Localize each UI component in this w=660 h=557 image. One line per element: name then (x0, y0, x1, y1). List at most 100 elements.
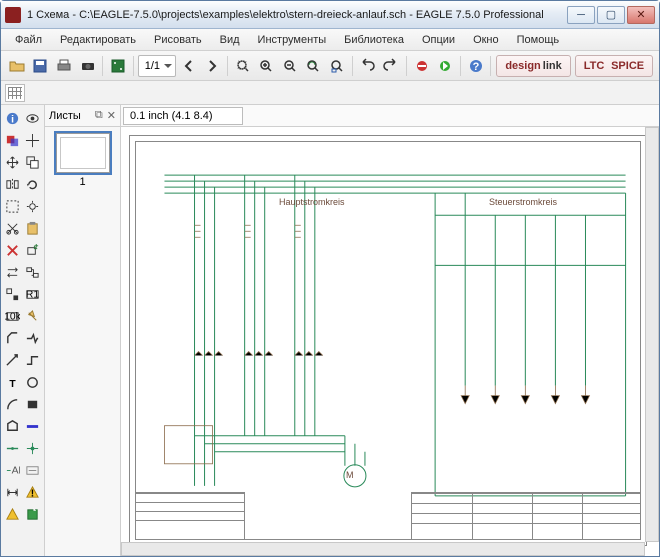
schematic-label-main: Hauptstromkreis (279, 197, 345, 207)
cut-tool[interactable] (2, 217, 23, 239)
replace-tool[interactable] (2, 283, 23, 305)
scrollbar-horizontal[interactable] (121, 542, 645, 556)
circle-tool[interactable] (23, 371, 44, 393)
parameter-bar (1, 81, 659, 105)
sheet-number: 1 (79, 176, 85, 188)
coord-bar: 0.1 inch (4.1 8.4) (121, 105, 659, 127)
paste-tool[interactable] (23, 217, 44, 239)
text-tool[interactable]: T (2, 371, 23, 393)
board-button[interactable] (107, 54, 129, 78)
window-title: 1 Схема - C:\EAGLE-7.5.0\projects\exampl… (27, 9, 567, 21)
svg-text:T: T (9, 379, 16, 390)
redo-button[interactable] (380, 54, 402, 78)
svg-text:?: ? (472, 61, 479, 73)
title-bar: 1 Схема - C:\EAGLE-7.5.0\projects\exampl… (1, 1, 659, 29)
mirror-tool[interactable] (2, 173, 23, 195)
desc-block (135, 492, 245, 540)
ltspice-button[interactable]: LTC SPICE (575, 55, 653, 77)
minimize-button[interactable]: ─ (567, 6, 595, 24)
move-tool[interactable] (2, 151, 23, 173)
errors-tool[interactable] (2, 503, 23, 525)
prev-button[interactable] (178, 54, 200, 78)
delete-tool[interactable] (2, 239, 23, 261)
menu-bar: Файл Редактировать Рисовать Вид Инструме… (1, 29, 659, 51)
value-tool[interactable]: 10k (2, 305, 23, 327)
label-tool[interactable]: AB (2, 459, 23, 481)
sheets-float-icon[interactable]: ⧉ (95, 109, 103, 122)
dimension-tool[interactable] (2, 481, 23, 503)
designlink-button[interactable]: designlink (496, 55, 570, 77)
net-tool[interactable] (2, 437, 23, 459)
junction-tool[interactable] (23, 437, 44, 459)
canvas[interactable]: Hauptstromkreis Steuerstromkreis M (121, 127, 659, 556)
svg-text:!: ! (31, 488, 34, 499)
schematic-label-ctrl: Steuerstromkreis (489, 197, 557, 207)
miter-tool[interactable] (2, 327, 23, 349)
wire-tool[interactable] (23, 349, 44, 371)
sheet-thumb-1[interactable] (56, 133, 110, 173)
info-tool[interactable]: i (2, 107, 23, 129)
cam-button[interactable] (77, 54, 99, 78)
copy-tool[interactable] (23, 151, 44, 173)
menu-window[interactable]: Окно (465, 31, 507, 49)
menu-file[interactable]: Файл (7, 31, 50, 49)
gateswap-tool[interactable] (23, 261, 44, 283)
grid-button[interactable] (5, 84, 25, 102)
layer-tool[interactable] (2, 129, 23, 151)
cancel-button[interactable] (411, 54, 433, 78)
zoom-in-button[interactable] (255, 54, 277, 78)
rotate-tool[interactable] (23, 173, 44, 195)
add-tool[interactable] (23, 239, 44, 261)
arc-tool[interactable] (2, 393, 23, 415)
sheet-combo-value: 1/1 (145, 60, 160, 72)
pinswap-tool[interactable] (2, 261, 23, 283)
close-button[interactable]: ✕ (627, 6, 655, 24)
sheets-close-icon[interactable]: ✕ (107, 109, 116, 122)
module-tool[interactable] (23, 503, 44, 525)
group-tool[interactable] (2, 195, 23, 217)
open-button[interactable] (6, 54, 28, 78)
print-button[interactable] (53, 54, 75, 78)
menu-options[interactable]: Опции (414, 31, 463, 49)
maximize-button[interactable]: ▢ (597, 6, 625, 24)
menu-help[interactable]: Помощь (509, 31, 568, 49)
zoom-select-button[interactable] (326, 54, 348, 78)
coord-readout[interactable]: 0.1 inch (4.1 8.4) (123, 107, 243, 125)
change-tool[interactable] (23, 195, 44, 217)
erc-tool[interactable]: ! (23, 481, 44, 503)
next-button[interactable] (201, 54, 223, 78)
go-button[interactable] (434, 54, 456, 78)
invoke-tool[interactable] (2, 349, 23, 371)
menu-edit[interactable]: Редактировать (52, 31, 144, 49)
menu-view[interactable]: Вид (212, 31, 248, 49)
undo-button[interactable] (357, 54, 379, 78)
left-toolbox: i R1 10k T AB ! (1, 105, 45, 556)
scrollbar-vertical[interactable] (645, 127, 659, 542)
menu-library[interactable]: Библиотека (336, 31, 412, 49)
svg-text:i: i (11, 114, 14, 125)
title-block (411, 492, 641, 540)
split-tool[interactable] (23, 327, 44, 349)
redraw-button[interactable] (303, 54, 325, 78)
sheets-panel: Листы ⧉ ✕ 1 (45, 105, 121, 556)
menu-draw[interactable]: Рисовать (146, 31, 210, 49)
name-tool[interactable]: R1 (23, 283, 44, 305)
rect-tool[interactable] (23, 393, 44, 415)
menu-tools[interactable]: Инструменты (250, 31, 335, 49)
sheet-combo[interactable]: 1/1 (138, 55, 176, 77)
show-tool[interactable] (23, 107, 44, 129)
help-button[interactable]: ? (465, 54, 487, 78)
sheets-label: Листы (49, 110, 81, 122)
save-button[interactable] (30, 54, 52, 78)
smash-tool[interactable] (23, 305, 44, 327)
mark-tool[interactable] (23, 129, 44, 151)
motor-label: M (346, 470, 354, 480)
main-toolbar: 1/1 ? designlink LTC SPICE (1, 51, 659, 81)
zoom-fit-button[interactable] (232, 54, 254, 78)
svg-text:AB: AB (11, 465, 19, 476)
attribute-tool[interactable] (23, 459, 44, 481)
bus-tool[interactable] (23, 415, 44, 437)
zoom-out-button[interactable] (279, 54, 301, 78)
polygon-tool[interactable] (2, 415, 23, 437)
svg-text:R1: R1 (26, 289, 39, 300)
